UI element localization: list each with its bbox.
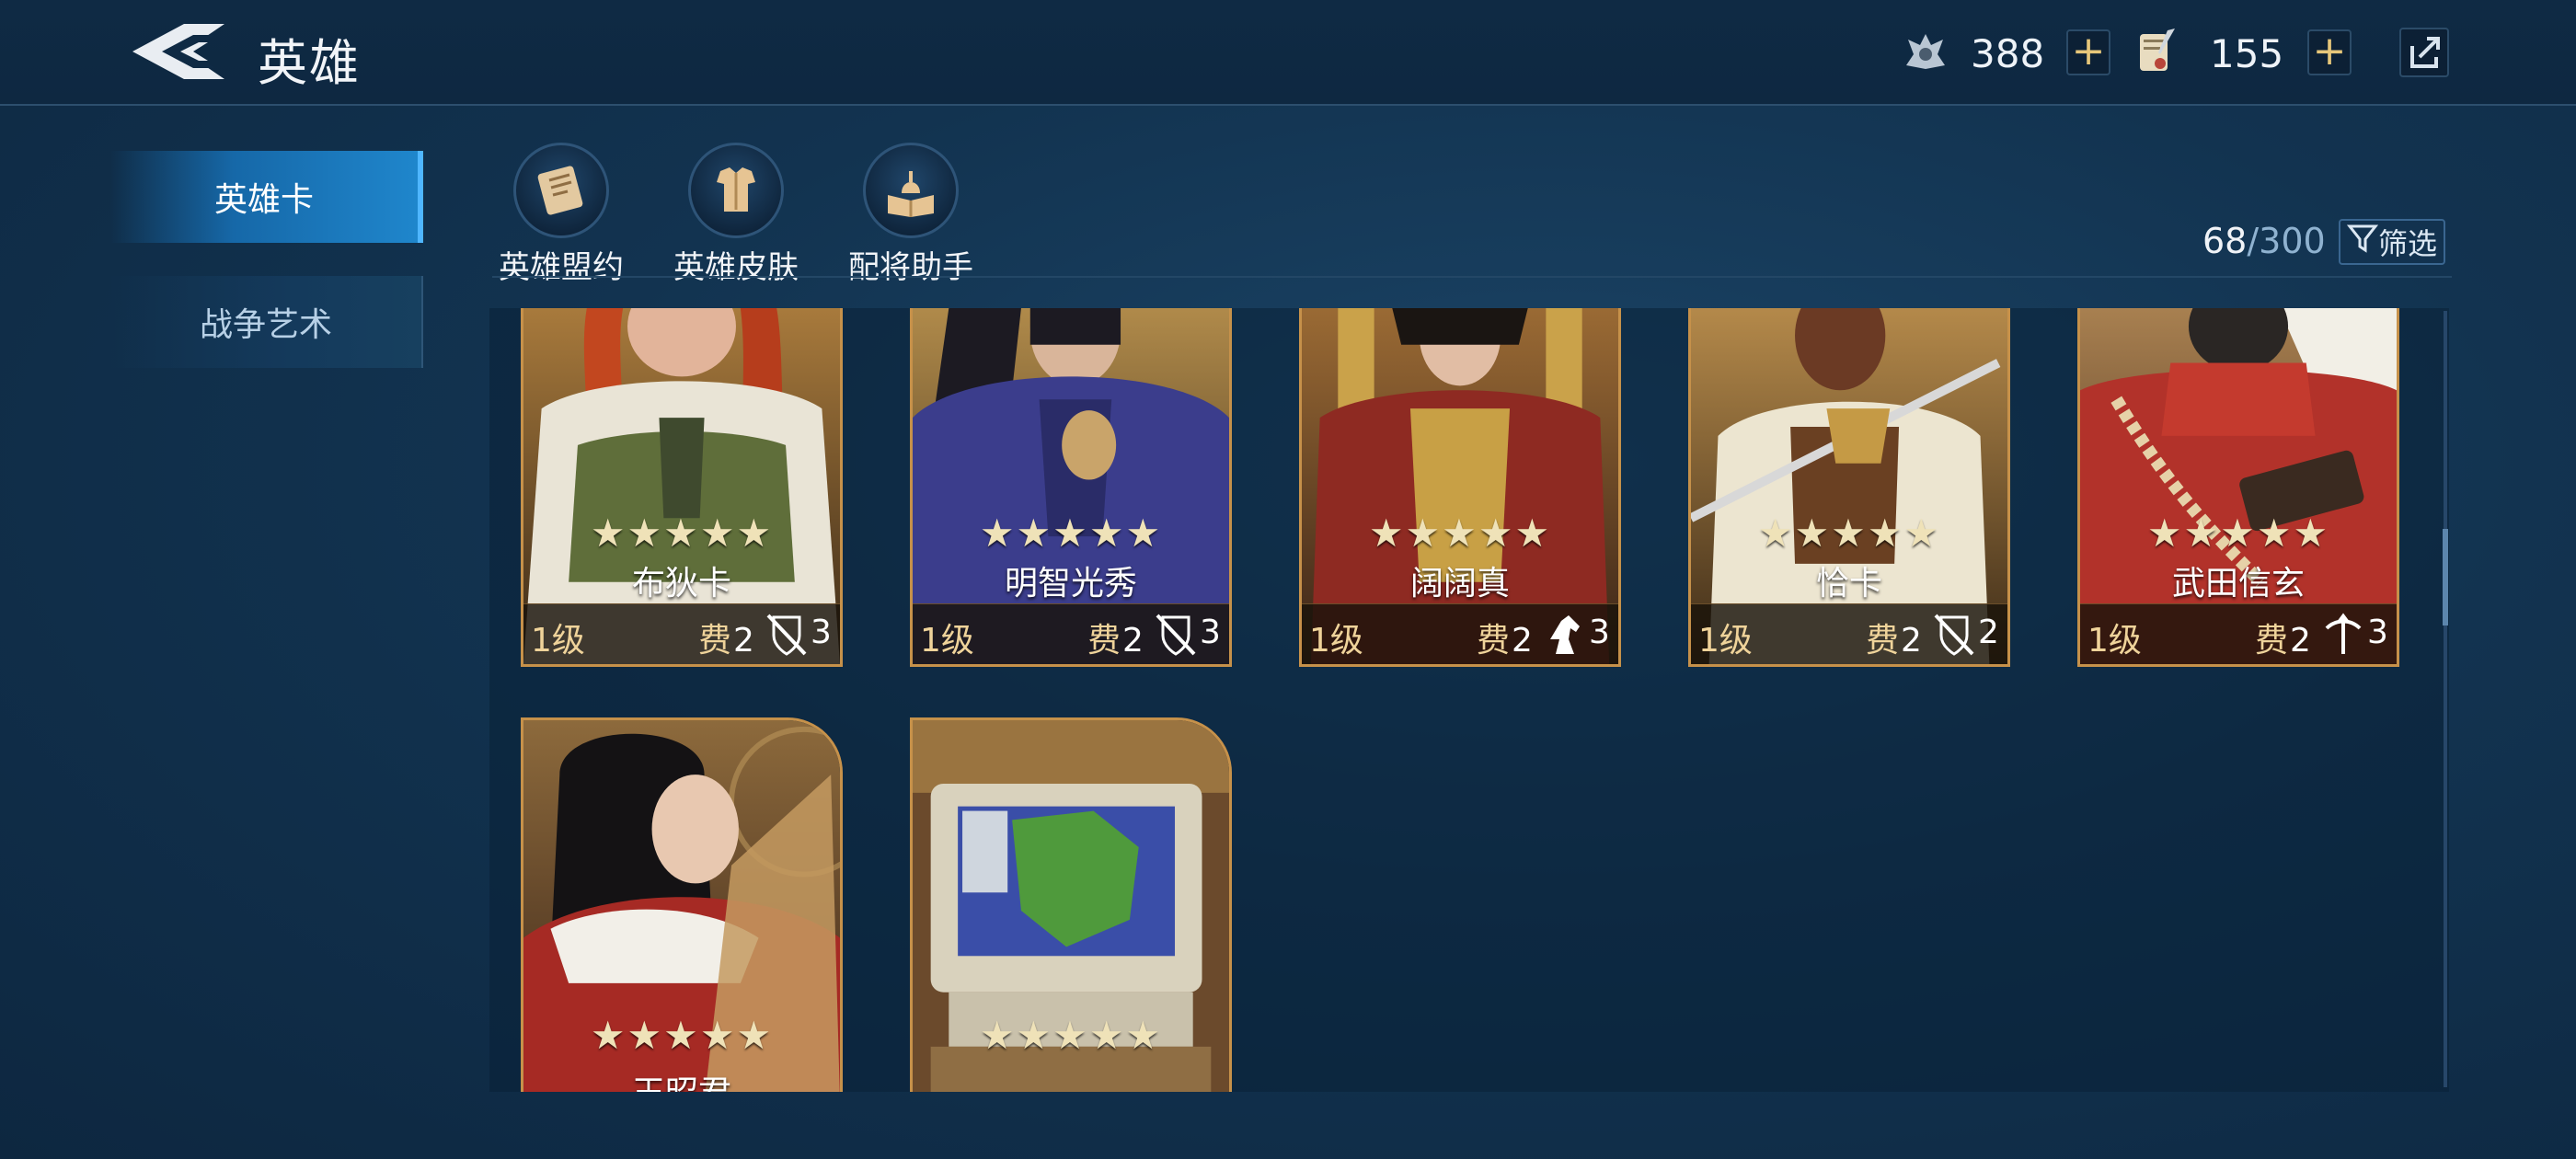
star-rating: ★★★★★: [590, 1013, 774, 1058]
grid-scrollbar[interactable]: [2444, 311, 2447, 1087]
shield-sword-icon: [1932, 612, 1976, 658]
hero-skins-label: 英雄皮肤: [673, 249, 799, 286]
resource-2-value: 155: [2210, 30, 2284, 76]
filter-label: 筛选: [2377, 226, 2437, 261]
hero-card[interactable]: ★★★★★ 阔阔真 1级 费2 3: [1299, 308, 1621, 667]
horse-icon: [1543, 612, 1587, 658]
share-export-icon[interactable]: [2399, 28, 2449, 77]
hero-name: 王昭君: [523, 1066, 840, 1092]
hero-cost: 费2: [1087, 614, 1144, 661]
book-helmet-icon: [863, 143, 959, 238]
star-rating: ★★★★★: [590, 511, 774, 556]
hero-level: 1级: [2087, 622, 2142, 660]
page-title: 英雄: [258, 34, 361, 92]
armor-icon: [688, 143, 784, 238]
count-separator: /: [2247, 221, 2260, 261]
hero-name: 恰卡: [1815, 565, 1882, 602]
resource-counter-2: 155: [2133, 28, 2283, 79]
cost-value: 2: [1512, 622, 1533, 660]
scroll-icon: [513, 143, 609, 238]
lineup-assistant-button[interactable]: 配将助手: [833, 143, 989, 287]
funnel-icon: [2346, 223, 2379, 261]
hero-covenant-button[interactable]: 英雄盟约: [483, 143, 639, 287]
hero-card[interactable]: ★★★★★ 明智光秀 1级 费2 3: [910, 308, 1232, 667]
star-rating: ★★★★★: [2146, 511, 2330, 556]
hero-cost: 费2: [1866, 614, 1922, 661]
troop-value: 3: [2367, 614, 2388, 651]
card-info-bar: 1级 费2 3: [1302, 603, 1618, 664]
star-rating: ★★★★★: [1368, 511, 1552, 556]
resource-1-value: 388: [1971, 30, 2045, 76]
resource-counter-1: 388: [1903, 28, 2044, 79]
cost-value: 2: [733, 622, 754, 660]
cost-label: 费: [698, 622, 732, 660]
card-info-bar: 1级 费2 3: [2080, 603, 2397, 664]
hero-card[interactable]: ★★★★★ 恰卡 1级 费2 2: [1688, 308, 2010, 667]
hero-cost: 费2: [2255, 614, 2311, 661]
nav-item-art-of-war[interactable]: 战争艺术: [110, 276, 423, 368]
toolbar-divider: [492, 276, 2452, 278]
hero-name: 明智光秀: [1004, 565, 1137, 602]
add-resource-1-button[interactable]: +: [2066, 29, 2110, 75]
cost-label: 费: [1477, 622, 1511, 660]
hero-level: 1级: [531, 622, 585, 660]
hero-cost: 费2: [698, 614, 754, 661]
cost-label: 费: [1866, 622, 1900, 660]
cost-value: 2: [1901, 622, 1922, 660]
cost-label: 费: [2255, 622, 2289, 660]
crossbow-icon: [2321, 612, 2365, 658]
hero-skins-button[interactable]: 英雄皮肤: [658, 143, 814, 287]
back-arrow-icon[interactable]: [129, 18, 232, 85]
hero-level: 1级: [920, 622, 974, 660]
card-info-bar: 1级 费2 3: [913, 603, 1229, 664]
collection-count: 68/300: [2202, 221, 2326, 261]
cost-value: 2: [2290, 622, 2311, 660]
nav-item-hero-cards[interactable]: 英雄卡: [110, 151, 423, 243]
hero-level: 1级: [1309, 622, 1363, 660]
hero-cost: 费2: [1477, 614, 1533, 661]
total-count: 300: [2259, 221, 2326, 261]
card-info-bar: 1级 费2 2: [1691, 603, 2007, 664]
hero-name: 武田信玄: [2171, 565, 2305, 602]
hero-covenant-label: 英雄盟约: [499, 249, 624, 286]
card-info-bar: 1级 费2 3: [523, 603, 840, 664]
hero-card[interactable]: ★★★★★ 王昭君: [521, 717, 843, 1092]
hero-name: 阔阔真: [1409, 565, 1510, 602]
star-rating: ★★★★★: [979, 1013, 1163, 1058]
star-rating: ★★★★★: [979, 511, 1163, 556]
hero-card[interactable]: ★★★★★: [910, 717, 1232, 1092]
top-bar: 英雄 388 + 155 +: [0, 0, 2576, 106]
troop-value: 2: [1978, 614, 1999, 651]
hero-card[interactable]: ★★★★★ 布狄卡 1级 费2 3: [521, 308, 843, 667]
scroll-quill-icon: [2133, 27, 2179, 80]
grid-scroll-thumb[interactable]: [2443, 529, 2448, 625]
laurel-emblem-icon: [1903, 29, 1949, 78]
hero-name: 布狄卡: [631, 565, 731, 602]
hero-card[interactable]: ★★★★★ 武田信玄 1级 费2 3: [2077, 308, 2399, 667]
shield-sword-icon: [765, 612, 809, 658]
add-resource-2-button[interactable]: +: [2307, 29, 2352, 75]
troop-value: 3: [1589, 614, 1610, 651]
cost-value: 2: [1122, 622, 1144, 660]
filter-button[interactable]: 筛选: [2339, 219, 2445, 265]
owned-count: 68: [2202, 221, 2248, 261]
hero-level: 1级: [1698, 622, 1753, 660]
star-rating: ★★★★★: [1757, 511, 1941, 556]
lineup-assistant-label: 配将助手: [848, 249, 973, 286]
hero-card-grid: ★★★★★ 布狄卡 1级 费2 3 ★★★★★ 明智光秀 1级 费2 3 ★★★…: [489, 308, 2449, 1092]
cost-label: 费: [1087, 622, 1121, 660]
troop-value: 3: [1200, 614, 1221, 651]
troop-value: 3: [811, 614, 832, 651]
shield-sword-icon: [1154, 612, 1198, 658]
